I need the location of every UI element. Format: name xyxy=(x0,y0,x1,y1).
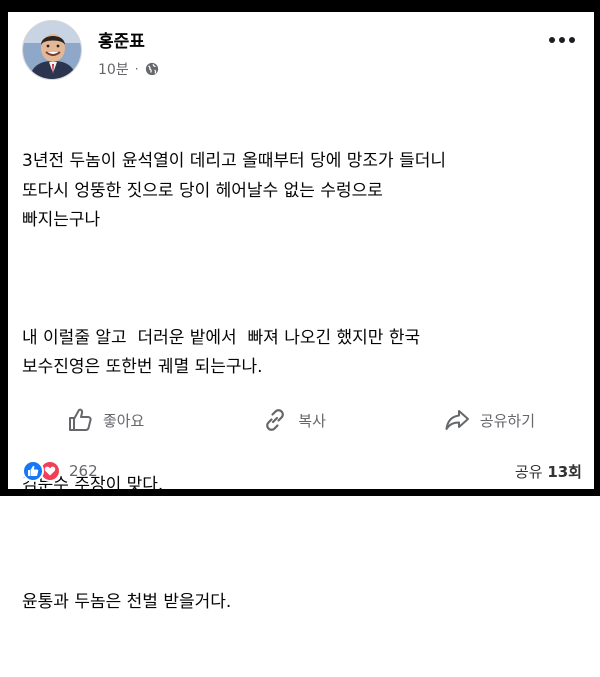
meta-separator: · xyxy=(134,62,139,76)
post-paragraph: 윤통과 두놈은 천벌 받을거다. xyxy=(22,592,232,612)
post-body: 3년전 두놈이 윤석열이 데리고 올때부터 당에 망조가 들더니 또다시 엉뚱한… xyxy=(22,88,582,677)
share-label: 공유하기 xyxy=(479,411,536,430)
reaction-count: 262 xyxy=(69,462,98,480)
post-paragraph: 3년전 두놈이 윤석열이 데리고 올때부터 당에 망조가 들더니 또다시 엉뚱한… xyxy=(22,151,447,230)
thumbs-up-icon xyxy=(68,408,92,431)
copy-label: 복사 xyxy=(298,411,326,430)
share-button[interactable]: 공유하기 xyxy=(444,407,535,433)
globe-icon xyxy=(145,62,159,76)
post-time[interactable]: 10분 xyxy=(98,59,129,79)
link-icon xyxy=(266,409,285,431)
facebook-post: 홍준표 10분 · 3년전 두놈이 윤석열이 데리고 올때부터 당에 망조가 들… xyxy=(8,12,594,612)
post-actions: 좋아요 복사 공유하기 xyxy=(8,398,594,442)
like-button[interactable]: 좋아요 xyxy=(67,407,144,433)
like-reaction-icon xyxy=(22,460,44,482)
share-arrow-icon xyxy=(445,410,469,430)
more-options-icon[interactable] xyxy=(542,26,582,54)
reaction-summary[interactable]: 262 xyxy=(22,460,98,482)
post-meta: 10분 · xyxy=(98,59,159,79)
share-count-value: 13회 xyxy=(547,462,582,481)
like-label: 좋아요 xyxy=(102,411,145,430)
share-prefix: 공유 xyxy=(514,462,543,481)
post-footer: 262 공유 13회 xyxy=(22,457,582,485)
avatar[interactable] xyxy=(22,20,82,80)
author-name[interactable]: 홍준표 xyxy=(98,27,145,52)
post-paragraph: 내 이럴줄 알고 더러운 밭에서 빠져 나오긴 했지만 한국 보수진영은 또한번… xyxy=(22,327,421,378)
share-count[interactable]: 공유 13회 xyxy=(515,461,582,482)
copy-button[interactable]: 복사 xyxy=(262,407,326,433)
post-header: 홍준표 10분 · xyxy=(22,20,582,80)
